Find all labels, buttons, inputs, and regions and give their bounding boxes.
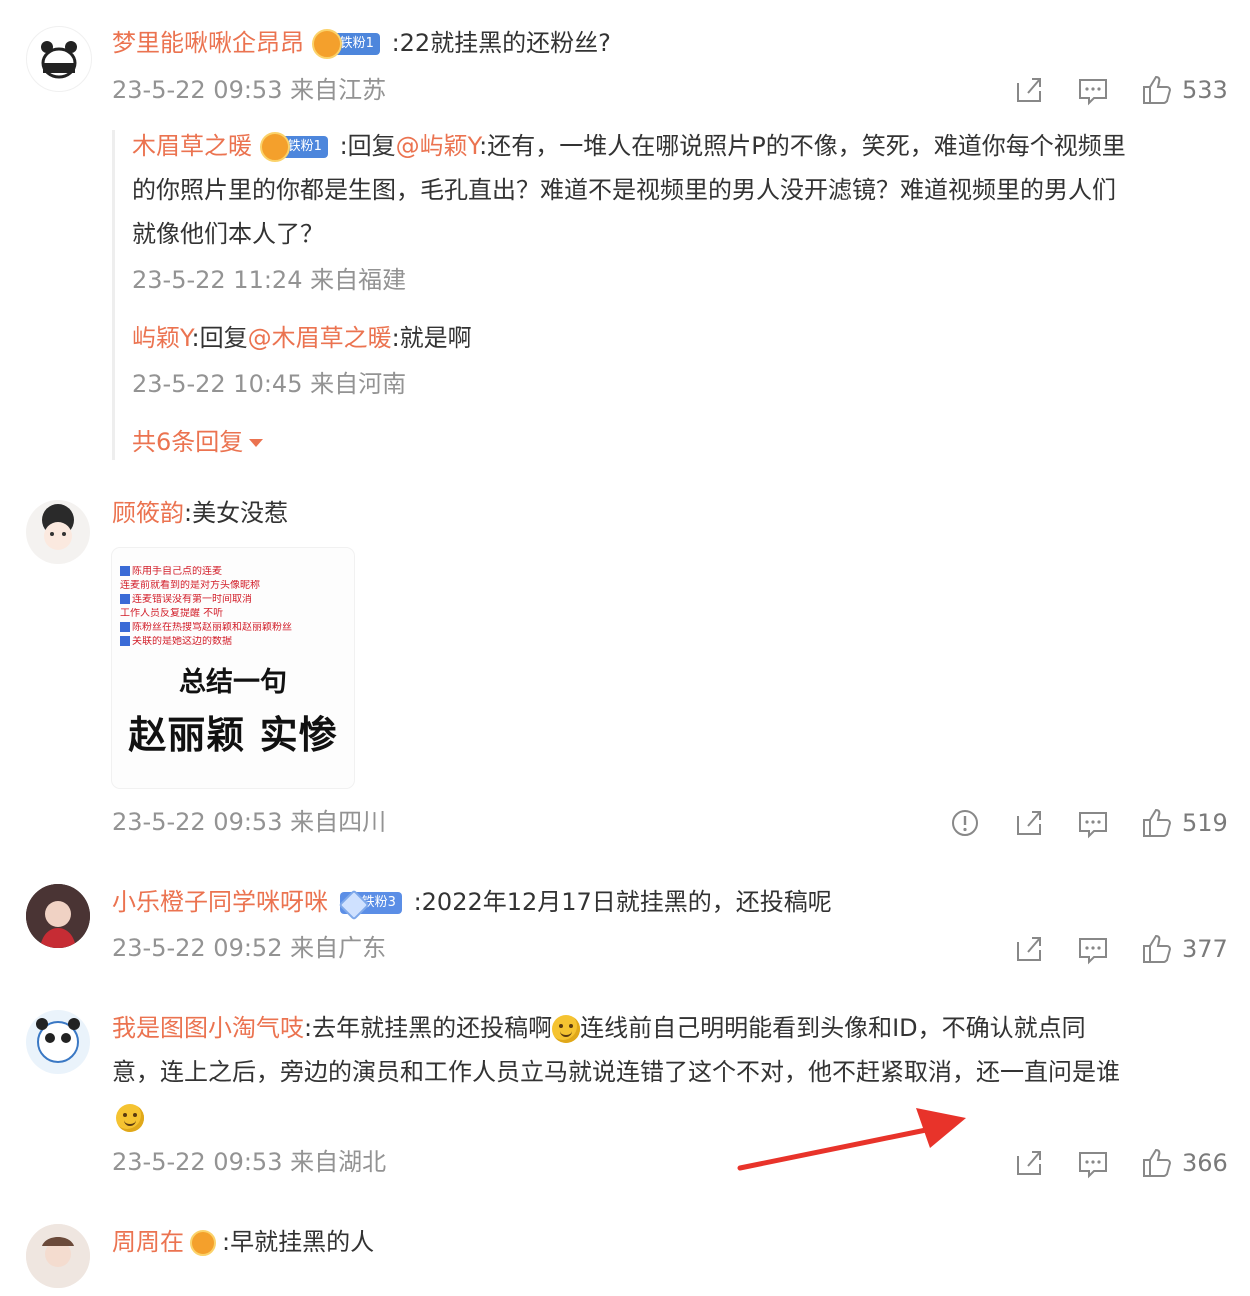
avatar[interactable] bbox=[26, 500, 90, 564]
crown-icon bbox=[190, 1230, 216, 1256]
fan-badge[interactable]: 铁粉1 bbox=[311, 29, 380, 59]
like-icon[interactable] bbox=[1140, 73, 1174, 107]
crown-icon bbox=[259, 132, 290, 162]
reply-text-line: 的你照片里的你都是生图，毛孔直出？难道不是视频里的男人没开滤镜？难道视频里的男人… bbox=[132, 176, 1116, 204]
comment-actions: 366 bbox=[1012, 1146, 1232, 1180]
like-count: 533 bbox=[1182, 76, 1228, 104]
cartoon-avatar-icon bbox=[42, 504, 74, 550]
username-link[interactable]: 顾筱韵 bbox=[112, 499, 184, 527]
share-icon[interactable] bbox=[1012, 73, 1046, 107]
like-icon[interactable] bbox=[1140, 806, 1174, 840]
share-icon[interactable] bbox=[1012, 806, 1046, 840]
like-count: 377 bbox=[1182, 935, 1228, 963]
photo-avatar-icon bbox=[26, 884, 90, 948]
comment-actions: 519 bbox=[948, 806, 1232, 840]
comment-header: 周周在 :早就挂黑的人 bbox=[112, 1227, 374, 1257]
comment-header: 梦里能啾啾企昂昂 铁粉1 :22就挂黑的还粉丝? bbox=[112, 28, 611, 59]
image-text-line: 陈粉丝在热搜骂赵丽颖和赵丽颖粉丝 bbox=[120, 622, 292, 634]
comment-icon[interactable] bbox=[1076, 932, 1110, 966]
comment-actions: 377 bbox=[1012, 932, 1232, 966]
comment-meta: 23-5-22 09:53 来自江苏 bbox=[112, 76, 387, 104]
image-text-line: 连麦前就看到的是对方头像昵称 bbox=[120, 580, 260, 591]
comment-meta: 23-5-22 09:53 来自湖北 bbox=[112, 1148, 387, 1176]
comment-icon[interactable] bbox=[1076, 1146, 1110, 1180]
username-link[interactable]: 梦里能啾啾企昂昂 bbox=[112, 29, 304, 57]
avatar[interactable] bbox=[26, 26, 92, 92]
comment-actions: 533 bbox=[1012, 73, 1232, 107]
image-text-line: 陈用手自己点的连麦 bbox=[120, 566, 222, 578]
image-text-line: 关联的是她这边的数据 bbox=[120, 636, 232, 648]
comment-text: :去年就挂黑的还投稿啊 bbox=[304, 1014, 553, 1042]
like-icon[interactable] bbox=[1140, 1146, 1174, 1180]
image-summary-line: 总结一句 bbox=[179, 667, 287, 698]
image-text-line: 连麦错误没有第一时间取消 bbox=[120, 594, 252, 606]
comment-text: :2022年12月17日就挂黑的，还投稿呢 bbox=[413, 888, 832, 916]
comment-text-line: 意，连上之后，旁边的演员和工作人员立马就说连错了这个不对，他不赶紧取消，还一直问… bbox=[112, 1058, 1120, 1086]
comment-header: 小乐橙子同学咪呀咪 铁粉3 :2022年12月17日就挂黑的，还投稿呢 bbox=[112, 887, 832, 921]
comment-header: 我是图图小淘气吱:去年就挂黑的还投稿啊 连线前自己明明能看到头像和ID，不确认就点… bbox=[112, 1014, 1086, 1043]
share-icon[interactable] bbox=[1012, 1146, 1046, 1180]
grin-emoji-icon bbox=[116, 1104, 144, 1132]
crown-icon bbox=[311, 29, 342, 59]
comment-icon[interactable] bbox=[1076, 73, 1110, 107]
mention-link[interactable]: @木眉草之暖 bbox=[248, 324, 392, 352]
username-link[interactable]: 木眉草之暖 bbox=[132, 132, 252, 160]
like-count: 366 bbox=[1182, 1149, 1228, 1177]
comment-icon[interactable] bbox=[1076, 806, 1110, 840]
share-icon[interactable] bbox=[1012, 932, 1046, 966]
panda-avatar-icon bbox=[41, 41, 77, 79]
reply-line: 屿颖Y:回复@木眉草之暖:就是啊 bbox=[132, 324, 472, 352]
fan-badge[interactable]: 铁粉1 bbox=[259, 132, 328, 162]
reply-thread-divider bbox=[112, 130, 115, 460]
avatar[interactable] bbox=[26, 1224, 90, 1288]
comment-meta: 23-5-22 09:52 来自广东 bbox=[112, 934, 387, 962]
like-count: 519 bbox=[1182, 809, 1228, 837]
grin-emoji-icon bbox=[552, 1015, 581, 1043]
reply-text-line: 就像他们本人了？ bbox=[132, 220, 324, 248]
photo-avatar-icon bbox=[26, 1224, 90, 1288]
reply-line: 木眉草之暖 铁粉1 :回复@屿颖Y:还有，一堆人在哪说照片P的不像，笑死，难道你… bbox=[132, 132, 1126, 162]
like-icon[interactable] bbox=[1140, 932, 1174, 966]
report-icon[interactable] bbox=[948, 806, 982, 840]
red-arrow-annotation bbox=[737, 1108, 966, 1171]
username-link[interactable]: 屿颖Y bbox=[132, 324, 191, 352]
more-replies-link[interactable]: 共6条回复 bbox=[132, 427, 264, 457]
comment-text: :美女没惹 bbox=[184, 499, 289, 527]
image-summary-title: 赵丽颖 实惨 bbox=[128, 713, 338, 757]
reply-meta: 23-5-22 11:24 来自福建 bbox=[132, 266, 407, 294]
comment-image[interactable]: 陈用手自己点的连麦 连麦前就看到的是对方头像昵称 连麦错误没有第一时间取消 工作… bbox=[112, 548, 354, 788]
username-link[interactable]: 周周在 bbox=[112, 1228, 184, 1256]
avatar[interactable] bbox=[26, 1010, 90, 1074]
username-link[interactable]: 小乐橙子同学咪呀咪 bbox=[112, 888, 328, 916]
comment-text: :早就挂黑的人 bbox=[222, 1228, 375, 1256]
comment-header: 顾筱韵:美女没惹 bbox=[112, 498, 288, 528]
caret-down-icon bbox=[249, 439, 264, 447]
mention-link[interactable]: @屿颖Y bbox=[396, 132, 479, 160]
comment-meta: 23-5-22 09:53 来自四川 bbox=[112, 808, 387, 836]
image-text-line: 工作人员反复提醒 不听 bbox=[120, 608, 224, 619]
reply-meta: 23-5-22 10:45 来自河南 bbox=[132, 370, 407, 398]
avatar[interactable] bbox=[26, 884, 90, 948]
username-link[interactable]: 我是图图小淘气吱 bbox=[112, 1014, 304, 1042]
panda-avatar-icon bbox=[36, 1018, 80, 1063]
comment-text: :22就挂黑的还粉丝? bbox=[391, 29, 611, 57]
fan-badge[interactable]: 铁粉3 bbox=[338, 889, 402, 921]
